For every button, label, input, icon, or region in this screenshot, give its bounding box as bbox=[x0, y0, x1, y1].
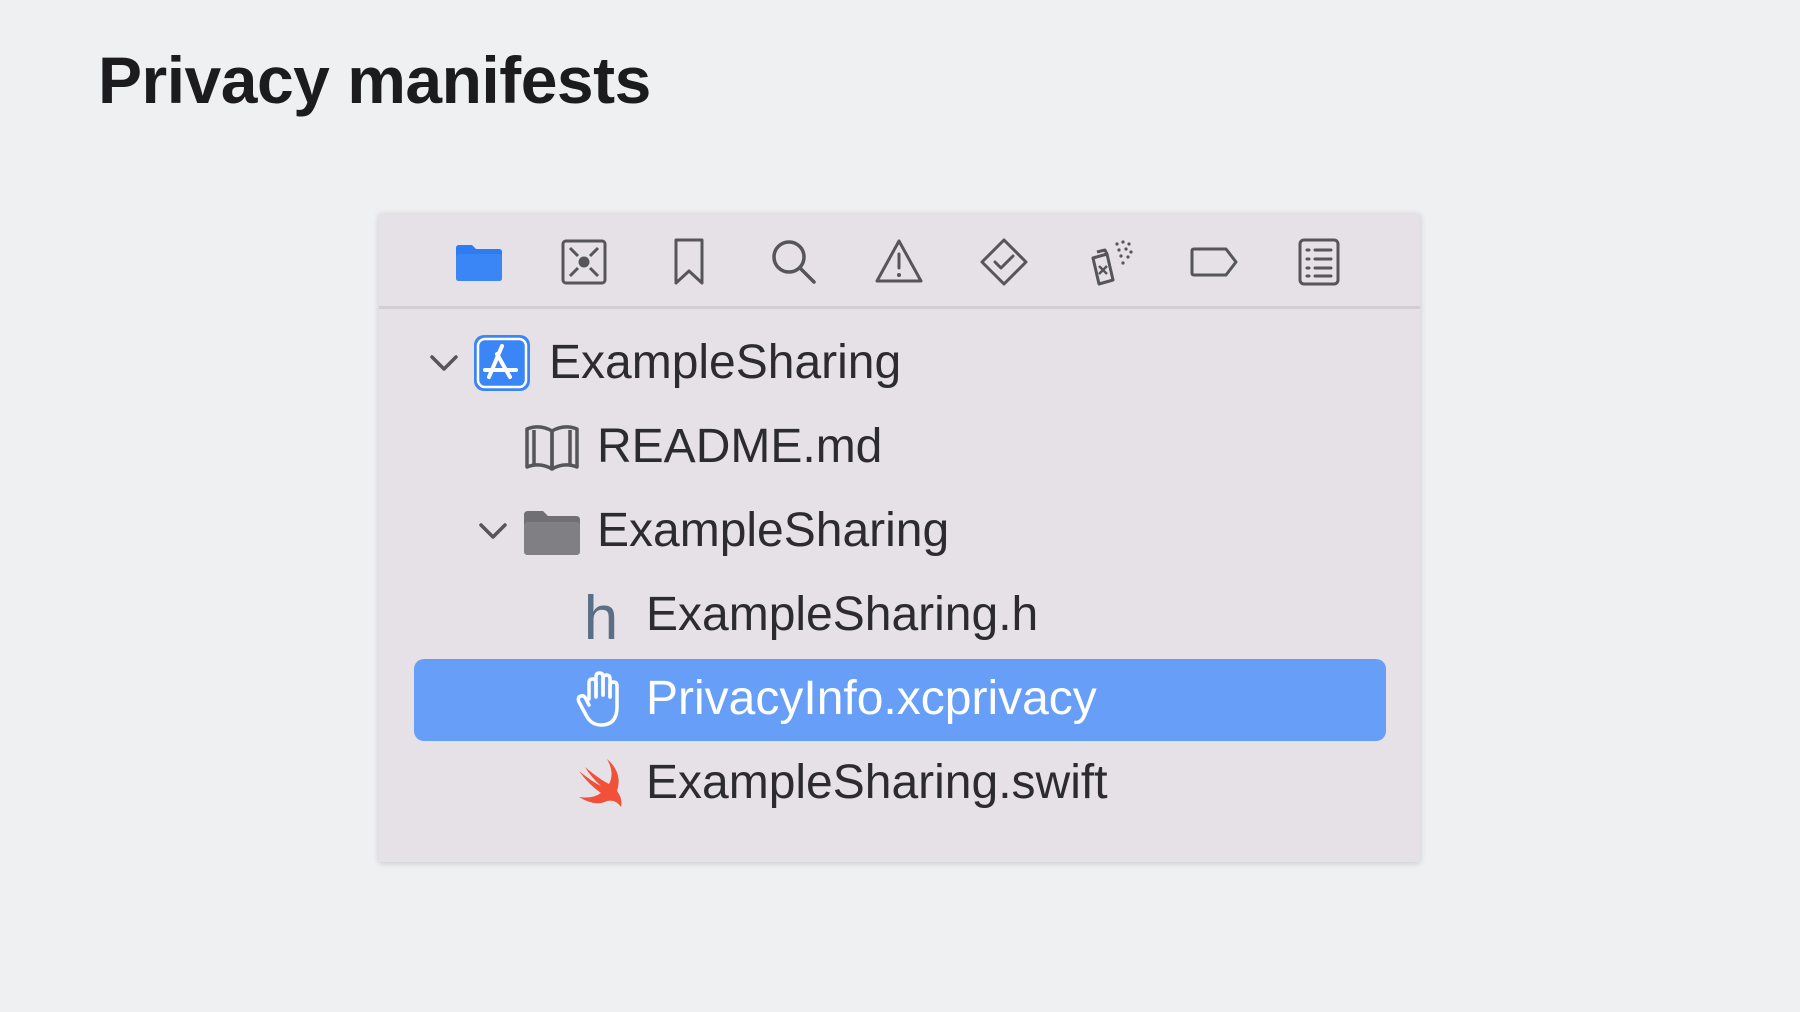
chevron-down-icon[interactable] bbox=[426, 348, 462, 378]
navigator-toolbar bbox=[379, 214, 1420, 309]
find-search-icon[interactable] bbox=[768, 236, 820, 288]
hand-privacy-icon bbox=[571, 669, 631, 729]
tree-item-label: ExampleSharing bbox=[549, 336, 902, 389]
chevron-down-icon[interactable] bbox=[475, 516, 511, 546]
test-diamond-icon[interactable] bbox=[978, 236, 1030, 288]
book-icon bbox=[522, 417, 582, 477]
tree-item-project[interactable]: ExampleSharing bbox=[379, 321, 1420, 405]
bookmark-icon[interactable] bbox=[663, 236, 715, 288]
tree-item-label: README.md bbox=[597, 420, 883, 473]
source-control-icon[interactable] bbox=[558, 236, 610, 288]
folder-icon bbox=[522, 501, 582, 561]
project-navigator-folder-icon[interactable] bbox=[453, 236, 505, 288]
issue-warning-icon[interactable] bbox=[873, 236, 925, 288]
svg-text:h: h bbox=[584, 585, 618, 645]
tree-item-group-folder[interactable]: ExampleSharing bbox=[379, 489, 1420, 573]
tree-item-readme[interactable]: README.md bbox=[379, 405, 1420, 489]
tree-item-privacy-manifest[interactable]: PrivacyInfo.xcprivacy bbox=[379, 657, 1420, 741]
swift-icon bbox=[571, 753, 631, 813]
debug-spray-icon[interactable] bbox=[1083, 236, 1135, 288]
tree-item-label: ExampleSharing.swift bbox=[646, 756, 1108, 809]
breakpoint-tag-icon[interactable] bbox=[1188, 236, 1240, 288]
slide-title: Privacy manifests bbox=[98, 43, 651, 117]
app-project-icon bbox=[472, 333, 532, 393]
header-file-icon: h bbox=[571, 585, 631, 645]
tree-item-label: ExampleSharing.h bbox=[646, 588, 1039, 641]
report-list-icon[interactable] bbox=[1293, 236, 1345, 288]
tree-item-label: PrivacyInfo.xcprivacy bbox=[646, 672, 1097, 725]
tree-item-header-file[interactable]: h ExampleSharing.h bbox=[379, 573, 1420, 657]
tree-item-label: ExampleSharing bbox=[597, 504, 950, 557]
tree-item-swift-file[interactable]: ExampleSharing.swift bbox=[379, 741, 1420, 825]
project-navigator-panel: ExampleSharing README.md ExampleSharing … bbox=[379, 214, 1420, 862]
